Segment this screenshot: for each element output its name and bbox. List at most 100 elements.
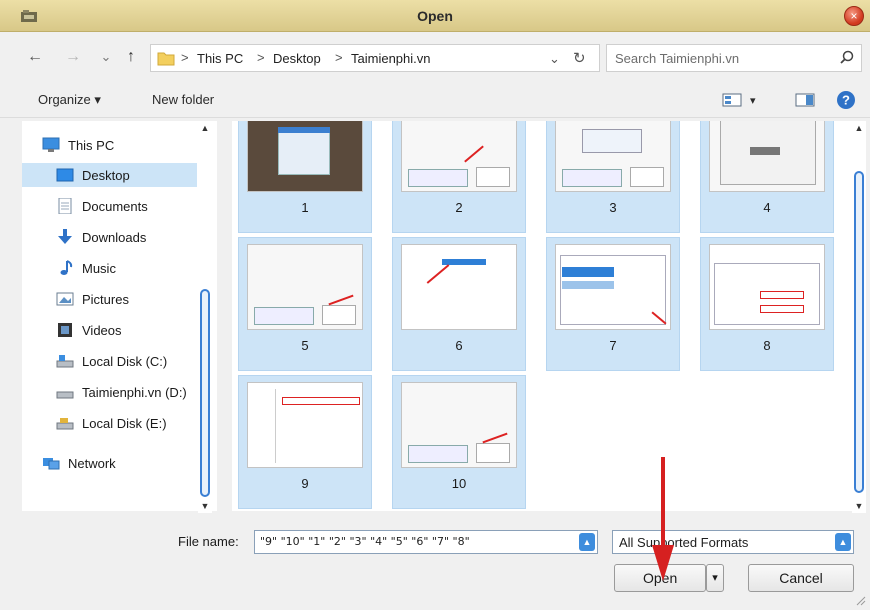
breadcrumb-desktop[interactable]: Desktop — [273, 51, 321, 66]
sidebar-item-label: Network — [68, 456, 116, 471]
view-menu-chevron-icon[interactable]: ▾ — [750, 94, 756, 107]
file-name-value: "9" "10" "1" "2" "3" "4" "5" "6" "7" "8" — [260, 535, 470, 548]
back-button[interactable]: ← — [24, 46, 46, 68]
file-name: 6 — [455, 338, 463, 353]
file-name: 10 — [451, 476, 467, 491]
file-thumbnail — [709, 121, 825, 192]
address-bar[interactable]: > This PC > Desktop > Taimienphi.vn ⌄ ↻ — [150, 44, 600, 72]
pictures-icon — [56, 292, 74, 306]
sidebar-item-label: Desktop — [82, 168, 130, 183]
file-name-input[interactable]: "9" "10" "1" "2" "3" "4" "5" "6" "7" "8"… — [254, 530, 598, 554]
dialog-footer: File name: "9" "10" "1" "2" "3" "4" "5" … — [0, 514, 870, 610]
annotation-arrow-icon — [652, 457, 674, 581]
new-folder-button[interactable]: New folder — [152, 92, 214, 107]
sidebar-item-desktop[interactable]: Desktop — [22, 163, 197, 187]
desktop-icon — [56, 168, 74, 182]
file-item[interactable]: 3 — [546, 121, 680, 233]
file-name: 9 — [301, 476, 309, 491]
command-toolbar: Organize ▾ New folder ▾ ? — [0, 82, 870, 118]
file-type-dropdown-icon[interactable]: ▲ — [835, 533, 851, 551]
file-item[interactable]: 4 — [700, 121, 834, 233]
sidebar-item-local-disk-e[interactable]: Local Disk (E:) — [22, 411, 197, 435]
organize-button[interactable]: Organize ▾ — [38, 92, 101, 108]
open-menu-button[interactable]: ▾ — [706, 564, 724, 592]
documents-icon — [58, 198, 72, 214]
sidebar-item-taimienphi-d[interactable]: Taimienphi.vn (D:) — [22, 380, 197, 404]
file-thumbnail — [401, 121, 517, 192]
scroll-down-icon[interactable]: ▼ — [198, 499, 212, 513]
sidebar-item-local-disk-c[interactable]: Local Disk (C:) — [22, 349, 197, 373]
file-item[interactable]: 7 — [546, 237, 680, 371]
breadcrumb-separator: > — [257, 50, 265, 65]
file-thumbnail — [401, 244, 517, 330]
scroll-thumb[interactable] — [200, 289, 210, 497]
file-item[interactable]: 6 — [392, 237, 526, 371]
scroll-thumb[interactable] — [854, 171, 864, 493]
title-bar: Open × — [0, 0, 870, 32]
file-name: 5 — [301, 338, 309, 353]
file-list-scrollbar[interactable]: ▲ ▼ — [852, 121, 866, 513]
scroll-down-icon[interactable]: ▼ — [852, 499, 866, 513]
file-name: 3 — [609, 200, 617, 215]
address-dropdown-icon[interactable]: ⌄ — [549, 51, 560, 67]
file-name-history-icon[interactable]: ▲ — [579, 533, 595, 551]
preview-pane-icon[interactable] — [795, 92, 815, 108]
file-thumbnail — [555, 244, 671, 330]
file-item[interactable]: 5 — [238, 237, 372, 371]
file-list: 1 2 3 4 5 6 7 8 9 10 — [232, 121, 852, 511]
file-item[interactable]: 9 — [238, 375, 372, 509]
sidebar-item-label: Taimienphi.vn (D:) — [82, 385, 187, 400]
drive-icon — [56, 355, 74, 368]
sidebar-item-documents[interactable]: Documents — [22, 194, 197, 218]
sidebar-item-downloads[interactable]: Downloads — [22, 225, 197, 249]
close-button[interactable]: × — [844, 6, 864, 26]
help-icon[interactable]: ? — [836, 90, 856, 110]
file-item[interactable]: 10 — [392, 375, 526, 509]
window-title: Open — [417, 8, 453, 24]
breadcrumb-taimienphi[interactable]: Taimienphi.vn — [351, 51, 431, 66]
file-type-select[interactable]: All Supported Formats ▲ — [612, 530, 854, 554]
sidebar-item-music[interactable]: Music — [22, 256, 197, 280]
folder-icon — [157, 52, 175, 66]
file-thumbnail — [247, 382, 363, 468]
sidebar-item-label: Documents — [82, 199, 148, 214]
address-row: ← → ⌄ ↑ > This PC > Desktop > Taimienphi… — [0, 40, 870, 76]
sidebar-item-network[interactable]: Network — [22, 451, 197, 475]
navigation-scrollbar[interactable]: ▲ ▼ — [198, 121, 212, 513]
file-name-label: File name: — [178, 534, 239, 549]
change-view-icon[interactable] — [722, 92, 742, 108]
file-item[interactable]: 1 — [238, 121, 372, 233]
file-item[interactable]: 8 — [700, 237, 834, 371]
forward-button[interactable]: → — [62, 46, 84, 68]
breadcrumb-this-pc[interactable]: This PC — [197, 51, 243, 66]
sidebar-item-label: Videos — [82, 323, 122, 338]
music-icon — [60, 260, 73, 275]
file-type-value: All Supported Formats — [619, 535, 749, 550]
scroll-up-icon[interactable]: ▲ — [852, 121, 866, 135]
search-box[interactable]: Search Taimienphi.vn — [606, 44, 862, 72]
refresh-icon[interactable]: ↻ — [573, 49, 586, 67]
sidebar-item-label: This PC — [68, 138, 115, 153]
search-icon[interactable] — [839, 50, 855, 66]
file-name: 2 — [455, 200, 463, 215]
file-thumbnail — [247, 244, 363, 330]
sidebar-item-label: Local Disk (E:) — [82, 416, 167, 431]
cancel-button[interactable]: Cancel — [748, 564, 854, 592]
file-thumbnail — [555, 121, 671, 192]
resize-grip-icon[interactable] — [854, 594, 866, 606]
breadcrumb-separator: > — [181, 50, 189, 65]
recent-locations-button[interactable]: ⌄ — [95, 46, 117, 68]
search-input[interactable]: Search Taimienphi.vn — [615, 51, 739, 66]
drive-icon — [56, 391, 74, 399]
sidebar-item-pictures[interactable]: Pictures — [22, 287, 197, 311]
sidebar-item-this-pc[interactable]: This PC — [22, 133, 197, 157]
sidebar-item-label: Downloads — [82, 230, 147, 245]
up-button[interactable]: ↑ — [120, 46, 142, 68]
videos-icon — [58, 323, 72, 337]
file-item[interactable]: 2 — [392, 121, 526, 233]
scroll-up-icon[interactable]: ▲ — [198, 121, 212, 135]
svg-text:?: ? — [842, 93, 850, 108]
sidebar-item-videos[interactable]: Videos — [22, 318, 197, 342]
sidebar-item-label: Music — [82, 261, 116, 276]
file-thumbnail — [709, 244, 825, 330]
